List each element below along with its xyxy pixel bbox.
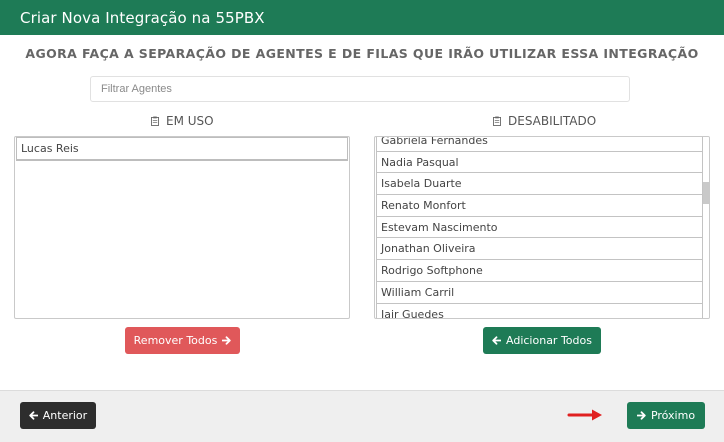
- clipboard-icon: [151, 116, 159, 126]
- list-item[interactable]: Estevam Nascimento: [376, 215, 703, 239]
- disabled-list[interactable]: Gabriela Fernandes Nadia Pasqual Isabela…: [374, 136, 710, 319]
- list-item[interactable]: Lucas Reis: [16, 137, 348, 161]
- annotation-arrow-icon: [567, 409, 602, 421]
- list-item[interactable]: Renato Monfort: [376, 194, 703, 217]
- previous-label: Anterior: [42, 409, 88, 422]
- list-item[interactable]: Nadia Pasqual: [376, 150, 703, 174]
- list-item[interactable]: William Carril: [376, 280, 703, 304]
- filter-agents-input[interactable]: [90, 76, 630, 102]
- integration-modal: Criar Nova Integração na 55PBX AGORA FAÇ…: [0, 0, 724, 442]
- next-label: Próximo: [650, 409, 696, 422]
- in-use-list[interactable]: Lucas Reis: [14, 136, 350, 319]
- arrow-right-icon: [636, 411, 646, 420]
- in-use-header: EM USO: [151, 114, 214, 128]
- list-item[interactable]: Isabela Duarte: [376, 172, 703, 196]
- modal-title: Criar Nova Integração na 55PBX: [20, 9, 265, 27]
- scrollbar[interactable]: [703, 137, 709, 318]
- modal-header: Criar Nova Integração na 55PBX: [0, 0, 724, 35]
- clipboard-icon: [493, 116, 501, 126]
- step-instructions: AGORA FAÇA A SEPARAÇÃO DE AGENTES E DE F…: [25, 46, 699, 61]
- arrow-left-icon: [29, 411, 38, 420]
- list-item[interactable]: Gabriela Fernandes: [376, 137, 703, 152]
- list-item[interactable]: Jonathan Oliveira: [376, 237, 703, 261]
- add-all-label: Adicionar Todos: [506, 334, 592, 347]
- scrollbar-thumb[interactable]: [703, 182, 709, 204]
- disabled-label: DESABILITADO: [508, 114, 597, 128]
- list-item[interactable]: Rodrigo Softphone: [376, 259, 703, 282]
- add-all-button[interactable]: Adicionar Todos: [483, 327, 601, 354]
- in-use-label: EM USO: [166, 114, 214, 128]
- arrow-right-icon: [222, 336, 232, 345]
- remove-all-button[interactable]: Remover Todos: [125, 327, 240, 354]
- arrow-left-icon: [492, 336, 502, 345]
- modal-footer: [0, 390, 724, 442]
- previous-button[interactable]: Anterior: [20, 402, 96, 429]
- remove-all-label: Remover Todos: [133, 334, 218, 347]
- next-button[interactable]: Próximo: [627, 402, 705, 429]
- list-item[interactable]: Jair Guedes: [376, 302, 703, 318]
- disabled-header: DESABILITADO: [493, 114, 596, 128]
